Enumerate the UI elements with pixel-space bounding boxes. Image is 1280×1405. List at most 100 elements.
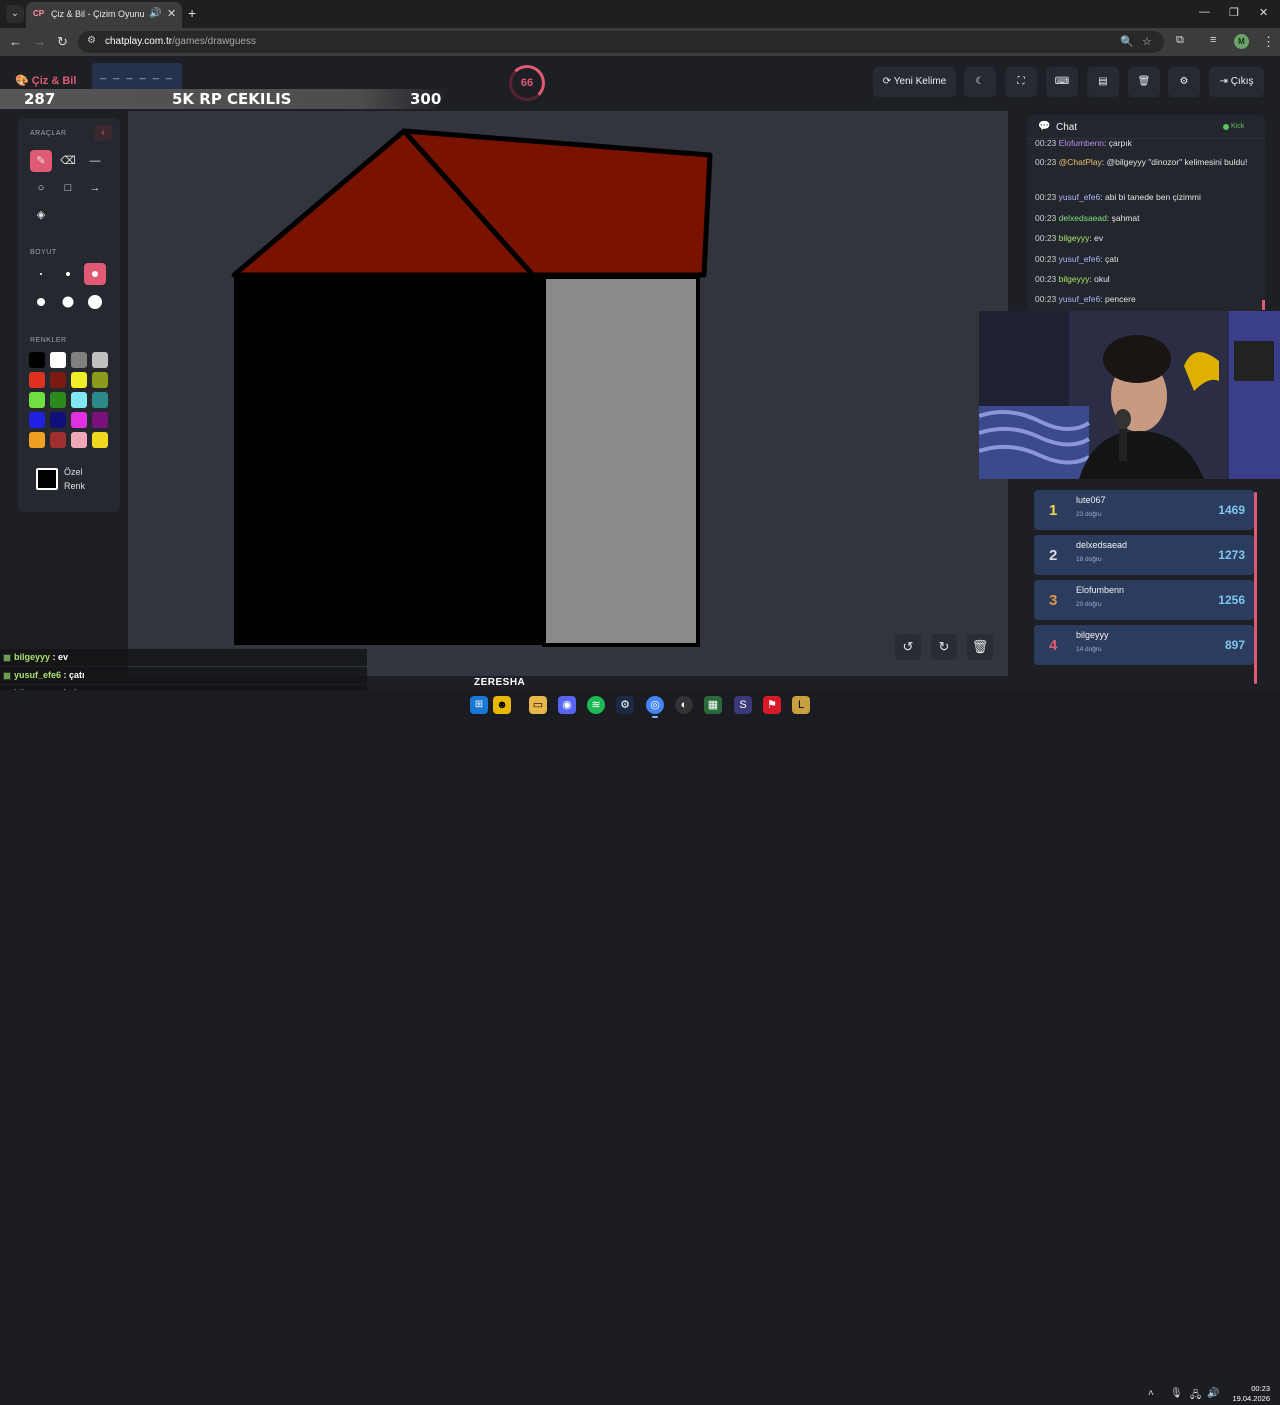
collapse-panel-button[interactable]: ‹	[94, 125, 112, 141]
size-3-button[interactable]	[84, 263, 106, 285]
color-swatch[interactable]	[71, 392, 87, 408]
color-swatch[interactable]	[50, 412, 66, 428]
color-swatch[interactable]	[29, 392, 45, 408]
tab-close-icon[interactable]: ✕	[167, 7, 176, 20]
app-logo[interactable]: 🎨 Çiz & Bil	[15, 74, 76, 87]
bookmark-star-icon[interactable]: ☆	[1142, 35, 1152, 48]
spotify-icon[interactable]: ≋	[587, 696, 605, 714]
fill-tool-button[interactable]: ◈	[30, 204, 52, 226]
file-explorer-icon[interactable]: ▭	[529, 696, 547, 714]
color-swatch[interactable]	[50, 432, 66, 448]
steam-icon[interactable]: ⚙	[616, 696, 634, 714]
settings-button[interactable]: ⚙	[1168, 67, 1200, 97]
size-2-button[interactable]	[57, 263, 79, 285]
color-swatch[interactable]	[92, 392, 108, 408]
network-icon[interactable]: 🖧	[1190, 1388, 1201, 1405]
fullscreen-button[interactable]: ⛶	[1005, 67, 1037, 97]
profile-avatar[interactable]: M	[1234, 34, 1249, 49]
redo-button[interactable]: ↻	[931, 634, 957, 660]
windows-start-icon[interactable]: ⊞	[470, 696, 488, 714]
browser-tab[interactable]: CP Çiz & Bil - Çizim Oyunu 🔊 ✕	[26, 2, 182, 28]
message-user[interactable]: yusuf_efe6	[1059, 192, 1101, 202]
color-swatch[interactable]	[29, 432, 45, 448]
clear-button[interactable]: 🗑	[1128, 67, 1160, 97]
tab-search-icon[interactable]: ⌄	[6, 5, 24, 23]
discord-icon[interactable]: ◉	[558, 696, 576, 714]
color-swatch[interactable]	[50, 372, 66, 388]
message-user[interactable]: Elofumbenn	[1059, 138, 1104, 148]
message-time: 00:23	[1035, 294, 1057, 304]
zoom-icon[interactable]: 🔍	[1120, 35, 1134, 48]
back-icon[interactable]: ←	[9, 34, 22, 49]
logout-button[interactable]: ⇥ Çıkış	[1209, 67, 1264, 97]
volume-icon[interactable]: 🔊	[1207, 1388, 1219, 1399]
color-swatch[interactable]	[50, 392, 66, 408]
size-5-button[interactable]	[57, 291, 79, 313]
message-user[interactable]: yusuf_efe6	[1059, 294, 1101, 304]
player-score: 1273	[1218, 548, 1245, 562]
pen-tool-button[interactable]: ✎	[30, 150, 52, 172]
riot-icon[interactable]: ⚑	[763, 696, 781, 714]
size-6-button[interactable]	[84, 291, 106, 313]
archive-button[interactable]: ▤	[1087, 67, 1119, 97]
tab-favicon-icon: CP	[33, 9, 45, 18]
minimize-icon[interactable]: —	[1199, 6, 1210, 18]
tray-chevron-icon[interactable]: ˄	[1148, 1388, 1154, 1399]
leaderboard-row: 3 Elofumbenn 20 doğru 1256	[1034, 580, 1254, 620]
size-4-button[interactable]	[30, 291, 52, 313]
system-clock[interactable]: 00:23 19.04.2026	[1226, 1384, 1270, 1404]
color-swatch[interactable]	[71, 432, 87, 448]
canvas-clear-button[interactable]: 🗑	[967, 634, 993, 660]
color-swatch[interactable]	[92, 372, 108, 388]
line-tool-button[interactable]: —	[84, 150, 106, 172]
size-1-button[interactable]	[30, 263, 52, 285]
streamlabs-icon[interactable]: S	[734, 696, 752, 714]
message-user[interactable]: yusuf_efe6	[1059, 254, 1101, 264]
color-swatch[interactable]	[92, 432, 108, 448]
circle-tool-button[interactable]: ○	[30, 177, 52, 199]
message-user[interactable]: delxedsaead	[1059, 213, 1107, 223]
reload-icon[interactable]: ↻	[57, 34, 68, 50]
color-swatch[interactable]	[29, 352, 45, 368]
reading-list-icon[interactable]: ≡	[1210, 34, 1216, 46]
theme-toggle-button[interactable]: ☾	[964, 67, 996, 97]
custom-color-button[interactable]	[36, 468, 58, 490]
arrow-tool-button[interactable]: →	[84, 177, 106, 199]
tab-audio-icon[interactable]: 🔊	[149, 8, 161, 19]
color-swatch[interactable]	[71, 372, 87, 388]
message-user[interactable]: @ChatPlay	[1059, 157, 1102, 167]
excel-icon[interactable]: ▦	[704, 696, 722, 714]
extensions-icon[interactable]: ⧉	[1176, 34, 1184, 47]
color-swatch[interactable]	[92, 412, 108, 428]
color-swatch[interactable]	[50, 352, 66, 368]
league-icon[interactable]: L	[792, 696, 810, 714]
mascot-icon[interactable]: ☻	[493, 696, 511, 714]
window-close-icon[interactable]: ✕	[1259, 6, 1268, 19]
color-swatch[interactable]	[29, 372, 45, 388]
eraser-tool-button[interactable]: ⌫	[57, 150, 79, 172]
leaderboard-scrollbar[interactable]	[1254, 492, 1257, 684]
drawing-canvas[interactable]: ↺ ↻ 🗑	[128, 111, 1008, 676]
url-input[interactable]: ⚙ chatplay.com.tr/games/drawguess 🔍 ☆	[78, 31, 1164, 53]
message-user[interactable]: bilgeyyy	[1059, 233, 1090, 243]
new-word-button[interactable]: ⟳ Yeni Kelime	[873, 67, 956, 97]
microphone-icon[interactable]: 🎙	[1170, 1388, 1183, 1399]
color-swatch[interactable]	[92, 352, 108, 368]
rectangle-tool-button[interactable]: □	[57, 177, 79, 199]
player-score: 1256	[1218, 593, 1245, 607]
rank-number: 1	[1049, 502, 1058, 519]
new-tab-icon[interactable]: +	[188, 5, 196, 21]
chrome-icon[interactable]: ◎	[646, 696, 664, 714]
message-user[interactable]: bilgeyyy	[1059, 274, 1090, 284]
color-swatch[interactable]	[29, 412, 45, 428]
keyboard-button[interactable]: ⌨	[1046, 67, 1078, 97]
site-info-icon[interactable]: ⚙	[87, 35, 96, 46]
chat-scrollbar[interactable]	[1262, 300, 1265, 310]
browser-menu-icon[interactable]: ⋮	[1262, 34, 1275, 50]
obs-icon[interactable]: ◐	[675, 696, 693, 714]
undo-button[interactable]: ↺	[895, 634, 921, 660]
forward-icon[interactable]: →	[33, 34, 46, 49]
color-swatch[interactable]	[71, 412, 87, 428]
color-swatch[interactable]	[71, 352, 87, 368]
restore-icon[interactable]: ❐	[1229, 6, 1239, 19]
